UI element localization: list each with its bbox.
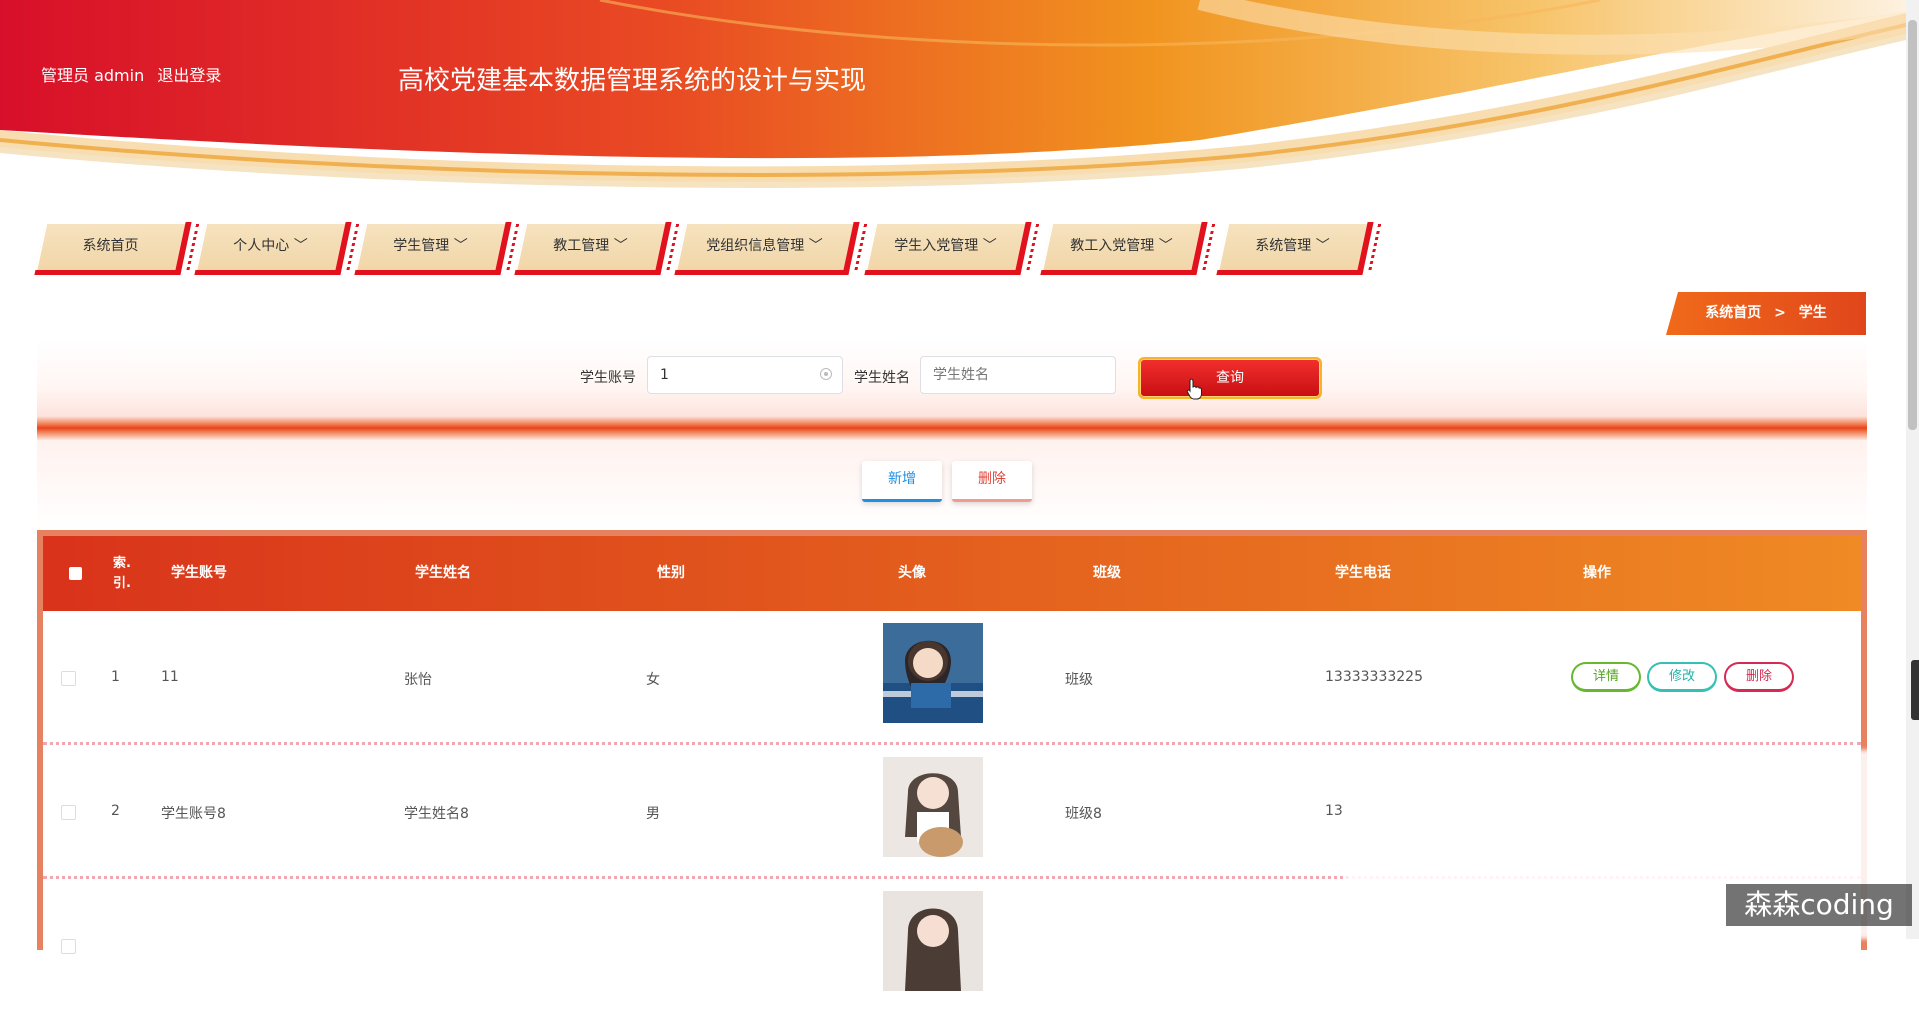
header-name: 学生姓名 xyxy=(415,565,471,581)
table-header: 索. 引. 学生账号 学生姓名 性别 头像 班级 学生电话 操作 xyxy=(43,536,1861,611)
delete-button[interactable]: 删除 xyxy=(1724,662,1794,692)
cell-name: 张怡 xyxy=(404,672,432,688)
index-header-line1: 索. xyxy=(113,556,131,571)
user-bar: 管理员 admin 退出登录 xyxy=(41,62,229,86)
cell-index: 1 xyxy=(111,669,120,685)
nav-item-party-org-management[interactable]: 党组织信息管理 ﹀ xyxy=(674,222,860,275)
account-search-input[interactable] xyxy=(660,357,830,393)
watermark: 森森coding xyxy=(1726,884,1912,926)
site-title: 高校党建基本数据管理系统的设计与实现 xyxy=(398,66,867,96)
nav-item-label: 教工管理 ﹀ xyxy=(553,238,628,254)
breadcrumb: 系统首页 > 学生 xyxy=(1666,292,1866,335)
row-checkbox[interactable] xyxy=(61,805,76,820)
avatar-photo-image xyxy=(883,891,983,991)
nav-item-system-management[interactable]: 系统管理 ﹀ xyxy=(1216,222,1374,275)
cell-phone: 13333333225 xyxy=(1325,669,1423,685)
select-all-checkbox[interactable] xyxy=(69,567,82,580)
student-avatar xyxy=(883,757,983,857)
header-phone: 学生电话 xyxy=(1335,565,1391,581)
row-checkbox[interactable] xyxy=(61,939,76,954)
nav-item-label: 系统首页 xyxy=(82,238,139,254)
scrollbar-thumb[interactable] xyxy=(1908,20,1917,430)
student-avatar xyxy=(883,623,983,723)
index-header-line2: 引. xyxy=(113,576,131,591)
index-header: 索. 引. xyxy=(113,554,131,594)
cell-gender: 男 xyxy=(646,806,660,822)
batch-delete-button[interactable]: 删除 xyxy=(952,461,1032,502)
nav-item-label: 教工入党管理 ﹀ xyxy=(1070,238,1173,254)
nav-item-label: 学生管理 ﹀ xyxy=(393,238,468,254)
nav-item-home[interactable]: 系统首页 xyxy=(34,222,192,275)
cell-phone: 13 xyxy=(1325,803,1343,819)
name-search-label: 学生姓名 xyxy=(854,370,910,386)
table-row: 1 11 张怡 女 班级 13333333225 详情 修改 删除 xyxy=(43,611,1861,745)
nav-item-label: 个人中心 ﹀ xyxy=(233,238,308,254)
nav-item-staff-management[interactable]: 教工管理 ﹀ xyxy=(514,222,672,275)
header-gender: 性别 xyxy=(657,565,685,581)
nav-item-staff-party-join[interactable]: 教工入党管理 ﹀ xyxy=(1040,222,1208,275)
name-search-field[interactable] xyxy=(920,356,1116,394)
header-banner xyxy=(0,0,1919,200)
nav-item-label: 学生入党管理 ﹀ xyxy=(894,238,997,254)
add-button[interactable]: 新增 xyxy=(862,461,942,502)
admin-role-label: 管理员 admin xyxy=(41,66,145,85)
student-avatar xyxy=(883,891,983,991)
cell-account: 学生账号8 xyxy=(161,806,226,822)
side-handle[interactable] xyxy=(1911,660,1919,720)
header-ops: 操作 xyxy=(1583,565,1611,581)
header-account: 学生账号 xyxy=(171,565,227,581)
header-wave-graphic xyxy=(0,0,1919,200)
cell-class: 班级8 xyxy=(1065,806,1102,822)
breadcrumb-home-link[interactable]: 系统首页 xyxy=(1705,305,1761,321)
header-avatar: 头像 xyxy=(898,565,926,581)
cell-account: 11 xyxy=(161,669,179,685)
row-checkbox[interactable] xyxy=(61,671,76,686)
breadcrumb-current: 学生 xyxy=(1798,305,1827,321)
query-button[interactable]: 查询 xyxy=(1138,357,1322,399)
header-class: 班级 xyxy=(1093,565,1121,581)
clear-icon[interactable] xyxy=(820,368,832,380)
account-search-label: 学生账号 xyxy=(580,370,636,386)
cell-name: 学生姓名8 xyxy=(404,806,469,822)
section-divider xyxy=(37,416,1867,440)
nav-item-student-management[interactable]: 学生管理 ﹀ xyxy=(354,222,512,275)
edit-button[interactable]: 修改 xyxy=(1647,662,1717,692)
nav-item-personal-center[interactable]: 个人中心 ﹀ xyxy=(194,222,352,275)
avatar-photo-image xyxy=(883,623,983,723)
detail-button[interactable]: 详情 xyxy=(1571,662,1641,692)
nav-item-label: 系统管理 ﹀ xyxy=(1255,238,1330,254)
cell-index: 2 xyxy=(111,803,120,819)
cell-class: 班级 xyxy=(1065,672,1093,688)
name-search-input[interactable] xyxy=(933,357,1103,393)
nav-item-student-party-join[interactable]: 学生入党管理 ﹀ xyxy=(864,222,1032,275)
breadcrumb-separator: > xyxy=(1774,305,1786,321)
hand-cursor-icon xyxy=(1186,378,1202,400)
avatar-photo-image xyxy=(883,757,983,857)
account-search-field[interactable] xyxy=(647,356,843,394)
logout-link[interactable]: 退出登录 xyxy=(157,66,221,85)
nav-item-label: 党组织信息管理 ﹀ xyxy=(706,238,823,254)
cell-gender: 女 xyxy=(646,672,660,688)
